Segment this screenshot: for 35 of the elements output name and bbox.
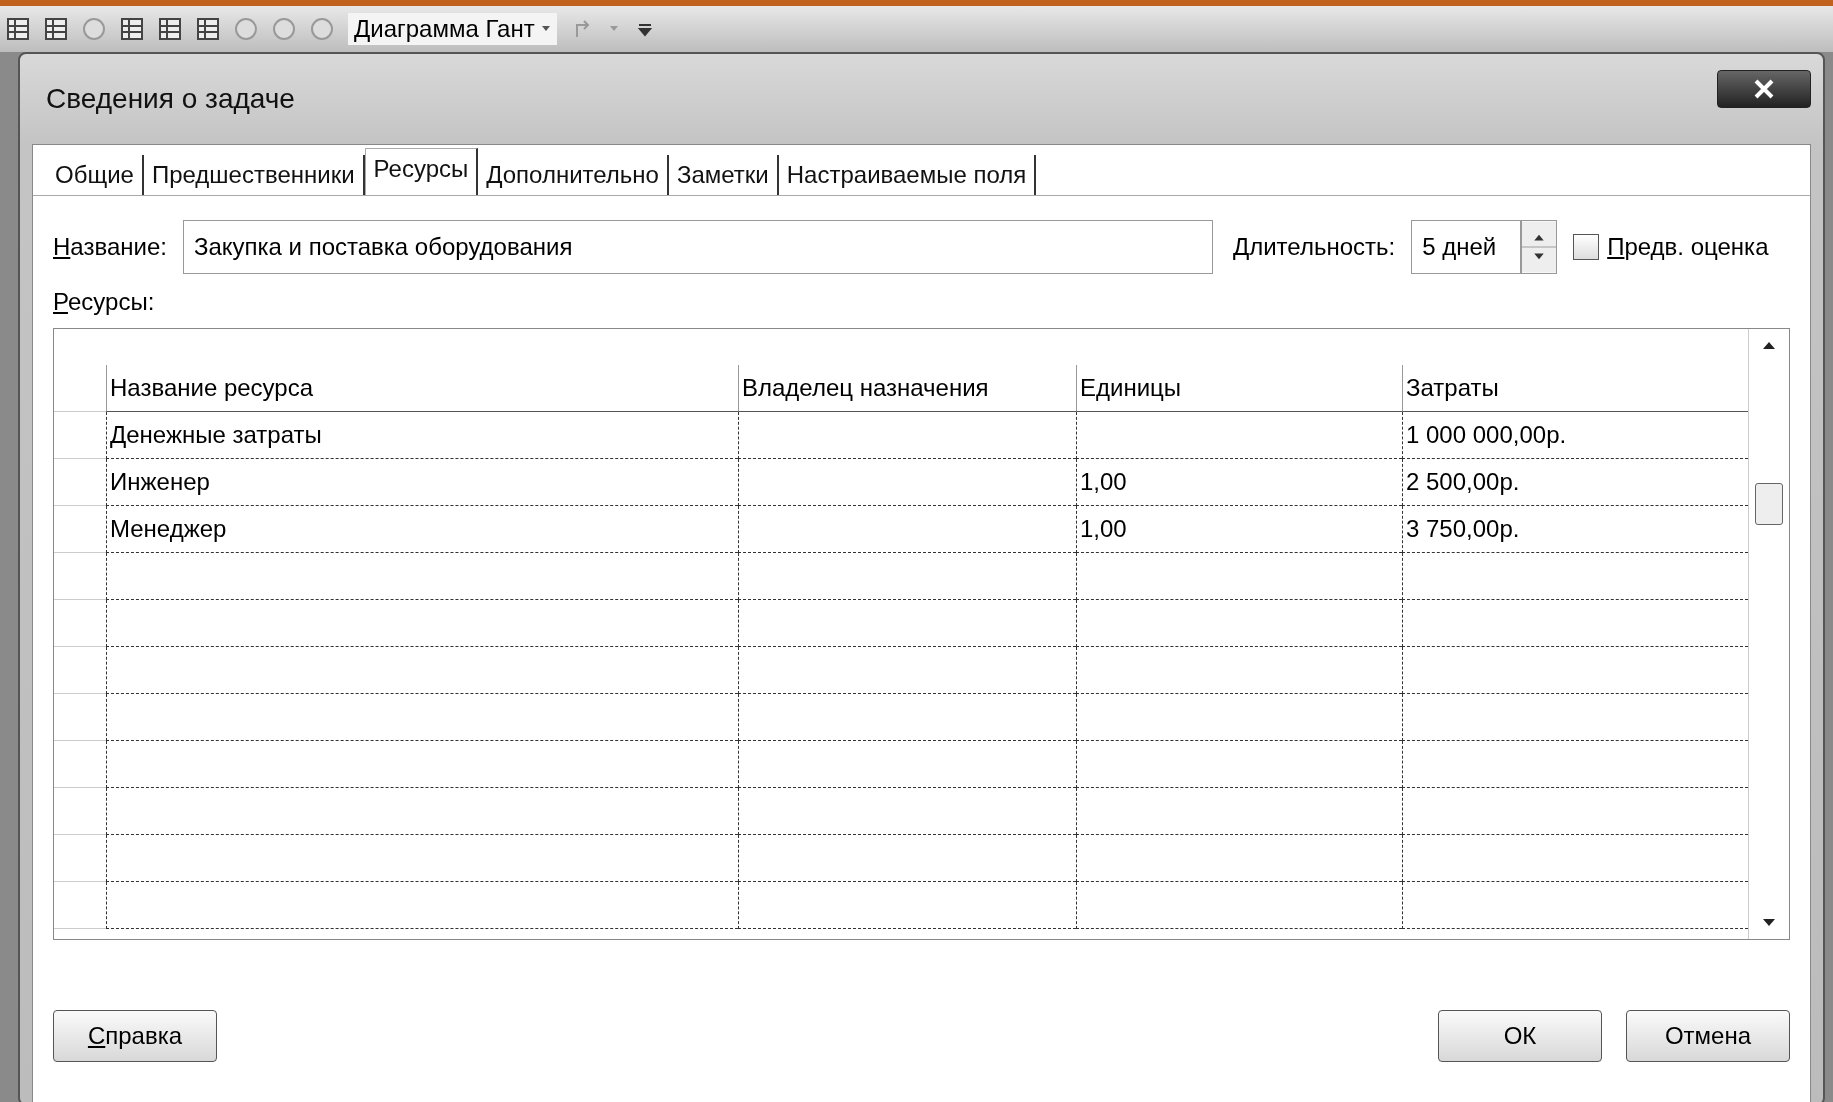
close-icon [1753,78,1775,100]
estimate-checkbox[interactable] [1573,234,1600,260]
name-field[interactable]: Закупка и поставка оборудования [182,220,1213,274]
column-header[interactable]: Название ресурса [106,365,738,412]
duration-field[interactable]: 5 дней [1411,220,1522,274]
table-cell: Денежные затраты [106,412,738,459]
table-cell: 1,00 [1076,459,1402,506]
view-selector[interactable]: Диаграмма Гант [348,13,557,45]
table-cell: 2 500,00р. [1402,459,1748,506]
table-cell: 1,00 [1076,506,1402,553]
caret-icon [540,25,551,33]
duration-label: Длительность: [1232,233,1396,261]
grid-toolbar-icon[interactable] [44,17,68,41]
table-cell: Менеджер [106,506,738,553]
tab[interactable]: Ресурсы [364,148,479,195]
column-header[interactable]: Владелец назначения [738,365,1076,412]
column-header[interactable]: Затраты [1402,365,1748,412]
estimate-label: Предв. оценка [1607,233,1769,261]
grid-toolbar-icon[interactable] [6,17,30,41]
scrollbar-thumb[interactable] [1755,483,1783,525]
resources-label: Ресурсы: [53,288,156,316]
close-button[interactable] [1717,70,1811,108]
cancel-button[interactable]: Отмена [1626,1010,1790,1062]
grid-toolbar-icon[interactable] [158,17,182,41]
table-cell: 1 000 000,00р. [1402,412,1748,459]
spin-buttons[interactable] [1521,220,1558,274]
column-header[interactable]: Единицы [1076,365,1402,412]
grid-toolbar-icon[interactable] [120,17,144,41]
ok-button[interactable]: ОК [1438,1010,1602,1062]
table-cell: 3 750,00р. [1402,506,1748,553]
name-label: Название: [53,233,167,261]
help-button[interactable]: Справка [53,1010,217,1062]
table-cell: Инженер [106,459,738,506]
dialog-title: Сведения о задаче [46,83,295,115]
grid-toolbar-icon[interactable] [196,17,220,41]
